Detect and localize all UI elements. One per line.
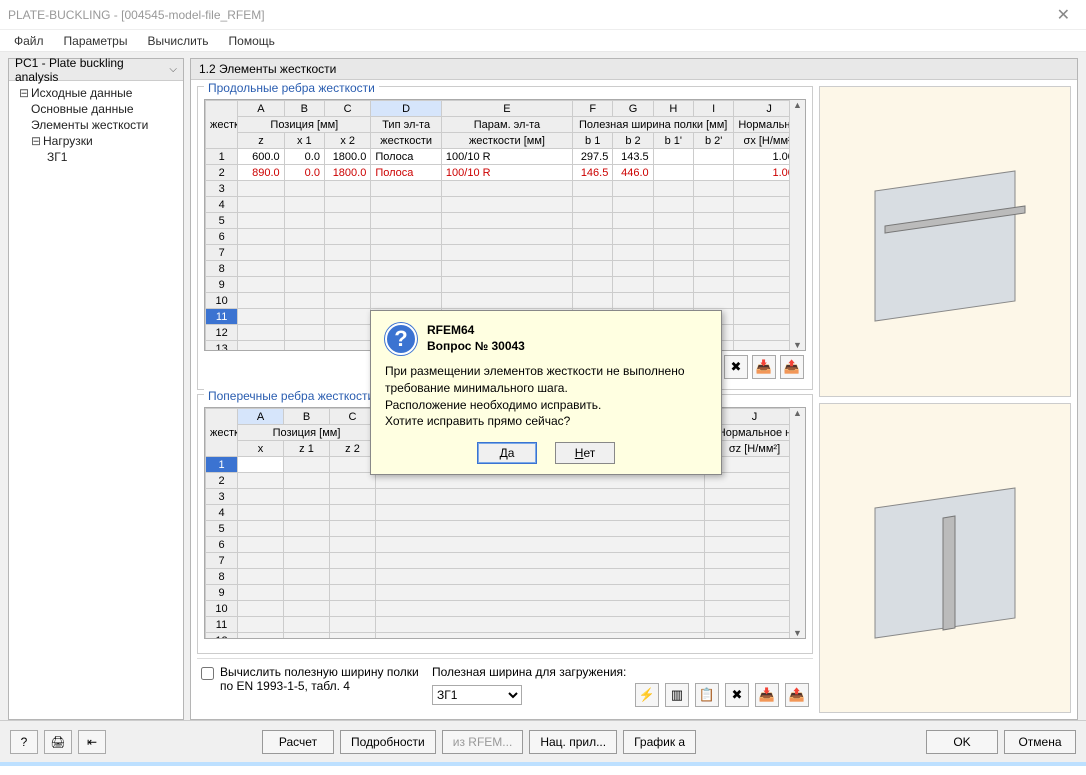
table-row[interactable]: 9 (206, 277, 805, 293)
help-icon[interactable]: ? (10, 730, 38, 754)
prev-icon[interactable]: ⇤ (78, 730, 106, 754)
table-row[interactable]: 8 (206, 261, 805, 277)
footer: ? 🖨 ⇤ Расчет Подробности из RFEM... Нац.… (0, 720, 1086, 762)
table-row[interactable]: 9 (206, 585, 805, 601)
status-bar (0, 762, 1086, 766)
col-rowhead: жестк № (206, 101, 238, 149)
close-icon[interactable]: ✕ (1049, 5, 1078, 25)
table-row[interactable]: 12 (206, 633, 805, 640)
case-dropdown[interactable]: PC1 - Plate buckling analysis ⌵ (9, 59, 183, 81)
tree-loads[interactable]: ⊟Нагрузки (13, 133, 179, 149)
table-row[interactable]: 4 (206, 197, 805, 213)
import-icon[interactable]: 📥 (752, 355, 776, 379)
nat-button[interactable]: Нац. прил... (529, 730, 617, 754)
details-button[interactable]: Подробности (340, 730, 436, 754)
table-row[interactable]: 3 (206, 181, 805, 197)
checkbox-effective-width[interactable]: Вычислить полезную ширину полки по EN 19… (201, 665, 420, 693)
left-panel: PC1 - Plate buckling analysis ⌵ ⊟Исходны… (8, 58, 184, 720)
table-row[interactable]: 2890.00.01800.0Полоса100/10 R146.5446.01… (206, 165, 805, 181)
table-row[interactable]: 5 (206, 521, 805, 537)
delete-icon[interactable]: ✖ (724, 355, 748, 379)
calc-button[interactable]: Расчет (262, 730, 334, 754)
table-row[interactable]: 4 (206, 505, 805, 521)
tree-stiffeners[interactable]: Элементы жесткости (13, 117, 179, 133)
columns-icon[interactable]: ▥ (665, 683, 689, 707)
scrollbar-vertical[interactable] (789, 408, 805, 638)
import-icon[interactable]: 📥 (755, 683, 779, 707)
delete-icon[interactable]: ✖ (725, 683, 749, 707)
case-dropdown-label: PC1 - Plate buckling analysis (15, 56, 169, 84)
panel-title: 1.2 Элементы жесткости (191, 59, 1077, 80)
chevron-down-icon: ⌵ (169, 64, 177, 75)
no-button[interactable]: Нет (555, 442, 615, 464)
table-row[interactable]: 10 (206, 601, 805, 617)
cancel-button[interactable]: Отмена (1004, 730, 1076, 754)
tree-load-zg1[interactable]: ЗГ1 (13, 149, 179, 165)
table-row[interactable]: 1600.00.01800.0Полоса100/10 R297.5143.51… (206, 149, 805, 165)
titlebar: PLATE-BUCKLING - [004545-model-file_RFEM… (0, 0, 1086, 30)
group-transverse-title: Поперечные ребра жесткости (204, 389, 378, 403)
copy-icon[interactable]: 📋 (695, 683, 719, 707)
yes-button[interactable]: Да (477, 442, 537, 464)
dialog-question-no: Вопрос № 30043 (427, 339, 525, 355)
table-row[interactable]: 7 (206, 553, 805, 569)
table-row[interactable]: 8 (206, 569, 805, 585)
dialog-app: RFEM64 (427, 323, 525, 339)
ok-button[interactable]: OK (926, 730, 998, 754)
menubar: Файл Параметры Вычислить Помощь (0, 30, 1086, 52)
group-longitudinal-title: Продольные ребра жесткости (204, 81, 379, 95)
preview-transverse (819, 403, 1071, 714)
menu-calc[interactable]: Вычислить (139, 32, 216, 50)
table-row[interactable]: 6 (206, 229, 805, 245)
tree-basic-data[interactable]: Основные данные (13, 101, 179, 117)
message-dialog: ? RFEM64 Вопрос № 30043 При размещении э… (370, 310, 722, 475)
table-row[interactable]: 10 (206, 293, 805, 309)
export-icon[interactable]: 📤 (780, 355, 804, 379)
preview-longitudinal (819, 86, 1071, 397)
menu-help[interactable]: Помощь (221, 32, 283, 50)
load-select[interactable]: ЗГ1 (432, 685, 522, 705)
checkbox-input[interactable] (201, 667, 214, 680)
rfem-button[interactable]: из RFEM... (442, 730, 524, 754)
export-icon[interactable]: 📤 (785, 683, 809, 707)
print-icon[interactable]: 🖨 (44, 730, 72, 754)
table-row[interactable]: 7 (206, 245, 805, 261)
menu-params[interactable]: Параметры (56, 32, 136, 50)
bottom-options: Вычислить полезную ширину полки по EN 19… (197, 658, 813, 713)
table-row[interactable]: 5 (206, 213, 805, 229)
table-row[interactable]: 3 (206, 489, 805, 505)
graph-button[interactable]: График а (623, 730, 696, 754)
tree-root[interactable]: ⊟Исходные данные (13, 85, 179, 101)
nav-tree: ⊟Исходные данные Основные данные Элемент… (9, 81, 183, 169)
menu-file[interactable]: Файл (6, 32, 52, 50)
question-icon: ? (385, 323, 417, 355)
table-row[interactable]: 11 (206, 617, 805, 633)
scrollbar-vertical[interactable] (789, 100, 805, 350)
table-row[interactable]: 6 (206, 537, 805, 553)
load-select-label: Полезная ширина для загружения: (432, 665, 809, 679)
window-title: PLATE-BUCKLING - [004545-model-file_RFEM… (8, 8, 1049, 22)
bolt-icon[interactable]: ⚡ (635, 683, 659, 707)
